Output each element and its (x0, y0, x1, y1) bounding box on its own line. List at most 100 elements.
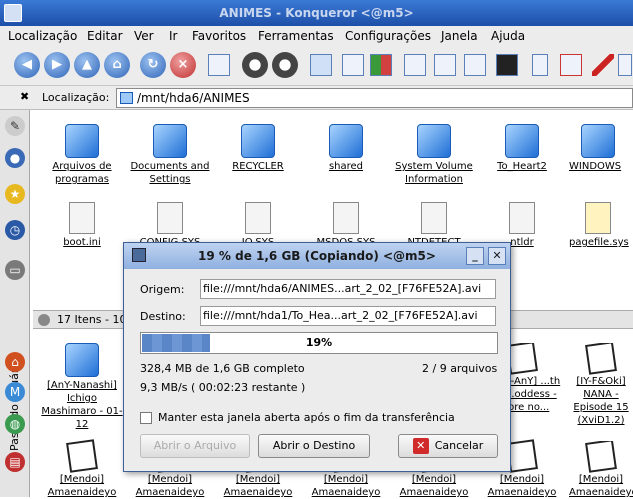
window-menu-icon[interactable] (4, 4, 22, 22)
cancel-icon: ✕ (412, 438, 429, 454)
folder-icon (241, 124, 275, 158)
file-item[interactable]: WINDOWS (569, 124, 633, 173)
list-view-icon[interactable] (342, 54, 364, 76)
file-item[interactable]: Documents and Settings (129, 124, 211, 186)
keep-open-label[interactable]: Manter esta janela aberta após o fim da … (158, 411, 455, 424)
file-label: boot.ini (63, 237, 101, 248)
network-icon[interactable]: M (5, 382, 25, 402)
video-file-icon (585, 441, 617, 473)
remove-view-icon[interactable] (464, 54, 486, 76)
minimize-icon[interactable]: _ (466, 247, 484, 265)
open-destination-button[interactable]: Abrir o Destino (258, 434, 370, 458)
file-label: [AnY-Nanashi] Ichigo Mashimaro - 01-12 (41, 380, 123, 430)
print-icon[interactable] (208, 54, 230, 76)
folder-icon (417, 124, 451, 158)
folder-icon (581, 124, 615, 158)
menu-ajuda[interactable]: Ajuda (491, 29, 525, 43)
window-title: ANIMES - Konqueror <@m5> (219, 6, 414, 20)
file-item[interactable]: boot.ini (41, 202, 123, 249)
edit-pencil-icon[interactable] (592, 54, 614, 76)
file-label: shared (328, 161, 364, 172)
menu-ferramentas[interactable]: Ferramentas (258, 29, 334, 43)
bookmarks-icon[interactable]: ★ (5, 184, 25, 204)
root-folder-icon[interactable]: ▤ (5, 452, 25, 472)
split-horizontal-icon[interactable] (404, 54, 426, 76)
file-label: System Volume Information (395, 161, 473, 185)
close-icon[interactable]: ✕ (488, 247, 506, 265)
menu-janela[interactable]: Janela (441, 29, 478, 43)
file-item[interactable]: To_Heart2 (481, 124, 563, 173)
stop-icon[interactable]: × (170, 52, 196, 78)
keep-open-checkbox[interactable] (140, 412, 152, 424)
file-label: [Mendoi] Amaenaideyo (135, 474, 205, 498)
cancel-button[interactable]: ✕ Cancelar (398, 434, 498, 458)
delete-icon[interactable] (560, 54, 582, 76)
home-sidebar-icon[interactable]: ⌂ (5, 352, 25, 372)
dialog-title: 19 % de 1,6 GB (Copiando) <@m5> (198, 249, 436, 263)
menu-favoritos[interactable]: Favoritos (192, 29, 246, 43)
terminal-icon[interactable] (496, 54, 518, 76)
file-item[interactable]: RECYCLER (217, 124, 299, 173)
file-item[interactable]: [AnY-Nanashi] Ichigo Mashimaro - 01-12 (41, 343, 123, 431)
cancel-label: Cancelar (434, 439, 484, 452)
origin-field: file:///mnt/hda6/ANIMES...art_2_02_[F76F… (200, 279, 496, 299)
home-icon[interactable]: ⌂ (104, 52, 130, 78)
file-item[interactable]: [Mendoi] Amaenaideyo (569, 441, 633, 499)
copy-progress-dialog: 19 % de 1,6 GB (Copiando) <@m5> _ ✕ Orig… (123, 242, 511, 472)
status-icon (38, 314, 50, 326)
file-item[interactable]: Arquivos de programas (41, 124, 123, 186)
menu-localizacao[interactable]: Localização (8, 29, 77, 43)
file-label: [IY-F&Oki] NANA - Episode 15 (XviD1.2) (573, 376, 629, 426)
file-item[interactable]: pagefile.sys (569, 202, 633, 249)
forward-icon[interactable]: ▶ (44, 52, 70, 78)
trash-icon[interactable] (532, 54, 548, 76)
file-item[interactable]: System Volume Information (393, 124, 475, 186)
file-item[interactable]: [IY-F&Oki] NANA - Episode 15 (XviD1.2) (569, 343, 633, 427)
location-value: /mnt/hda6/ANIMES (137, 91, 250, 105)
location-label: Localização: (42, 91, 110, 104)
menu-ver[interactable]: Ver (134, 29, 154, 43)
folder-icon (505, 124, 539, 158)
globe-icon[interactable]: ◍ (5, 414, 25, 434)
menu-editar[interactable]: Editar (87, 29, 123, 43)
file-label: [Mendoi] Amaenaideyo (569, 474, 633, 498)
icon-view-icon[interactable] (310, 54, 332, 76)
clock-icon[interactable]: ◷ (5, 220, 25, 240)
reload-icon[interactable]: ↻ (140, 52, 166, 78)
main-toolbar: ◀ ▶ ▲ ⌂ ↻ × (0, 46, 633, 86)
devices-icon[interactable]: ▭ (5, 260, 25, 280)
history-icon[interactable]: ● (5, 148, 25, 168)
tools-icon[interactable]: ✎ (5, 116, 25, 136)
pencil-file-icon (585, 202, 611, 234)
destination-label: Destino: (140, 310, 186, 323)
progress-bar: 19% (140, 332, 498, 354)
up-icon[interactable]: ▲ (74, 52, 100, 78)
files-info: 2 / 9 arquivos (422, 362, 498, 375)
file-item[interactable]: [Mendoi] Amaenaideyo (41, 439, 123, 499)
dialog-app-icon[interactable] (132, 248, 146, 262)
folder-icon (153, 124, 187, 158)
split-vertical-icon[interactable] (434, 54, 456, 76)
zoom-in-icon[interactable] (242, 52, 268, 78)
open-file-button[interactable]: Abrir o Arquivo (140, 434, 250, 458)
video-file-icon (66, 439, 98, 473)
more-toolbar-icon[interactable] (618, 54, 632, 76)
window-title-bar: ANIMES - Konqueror <@m5> (0, 0, 633, 26)
progress-text: 19% (305, 336, 333, 349)
destination-field: file:///mnt/hda1/To_Hea...art_2_02_[F76F… (200, 306, 496, 326)
clear-location-icon[interactable]: ✖ (20, 90, 29, 103)
sidebar: ✎ ● ★ ◷ ▭ Pasta do Usuário ⌂ M ◍ ▤ (0, 110, 30, 497)
file-label: RECYCLER (232, 161, 284, 172)
file-label: [Mendoi] Amaenaideyo (223, 474, 293, 498)
thumbnail-view-icon[interactable] (370, 54, 392, 76)
file-item[interactable]: shared (305, 124, 387, 173)
folder-icon (65, 343, 99, 377)
location-input[interactable]: /mnt/hda6/ANIMES (116, 88, 633, 108)
file-label: [Mendoi] Amaenaideyo (399, 474, 469, 498)
file-label: ntldr (510, 237, 534, 248)
file-label: [Mendoi] Amaenaideyo (47, 474, 117, 498)
menu-ir[interactable]: Ir (169, 29, 177, 43)
back-icon[interactable]: ◀ (14, 52, 40, 78)
zoom-out-icon[interactable] (272, 52, 298, 78)
menu-configuracoes[interactable]: Configurações (345, 29, 431, 43)
